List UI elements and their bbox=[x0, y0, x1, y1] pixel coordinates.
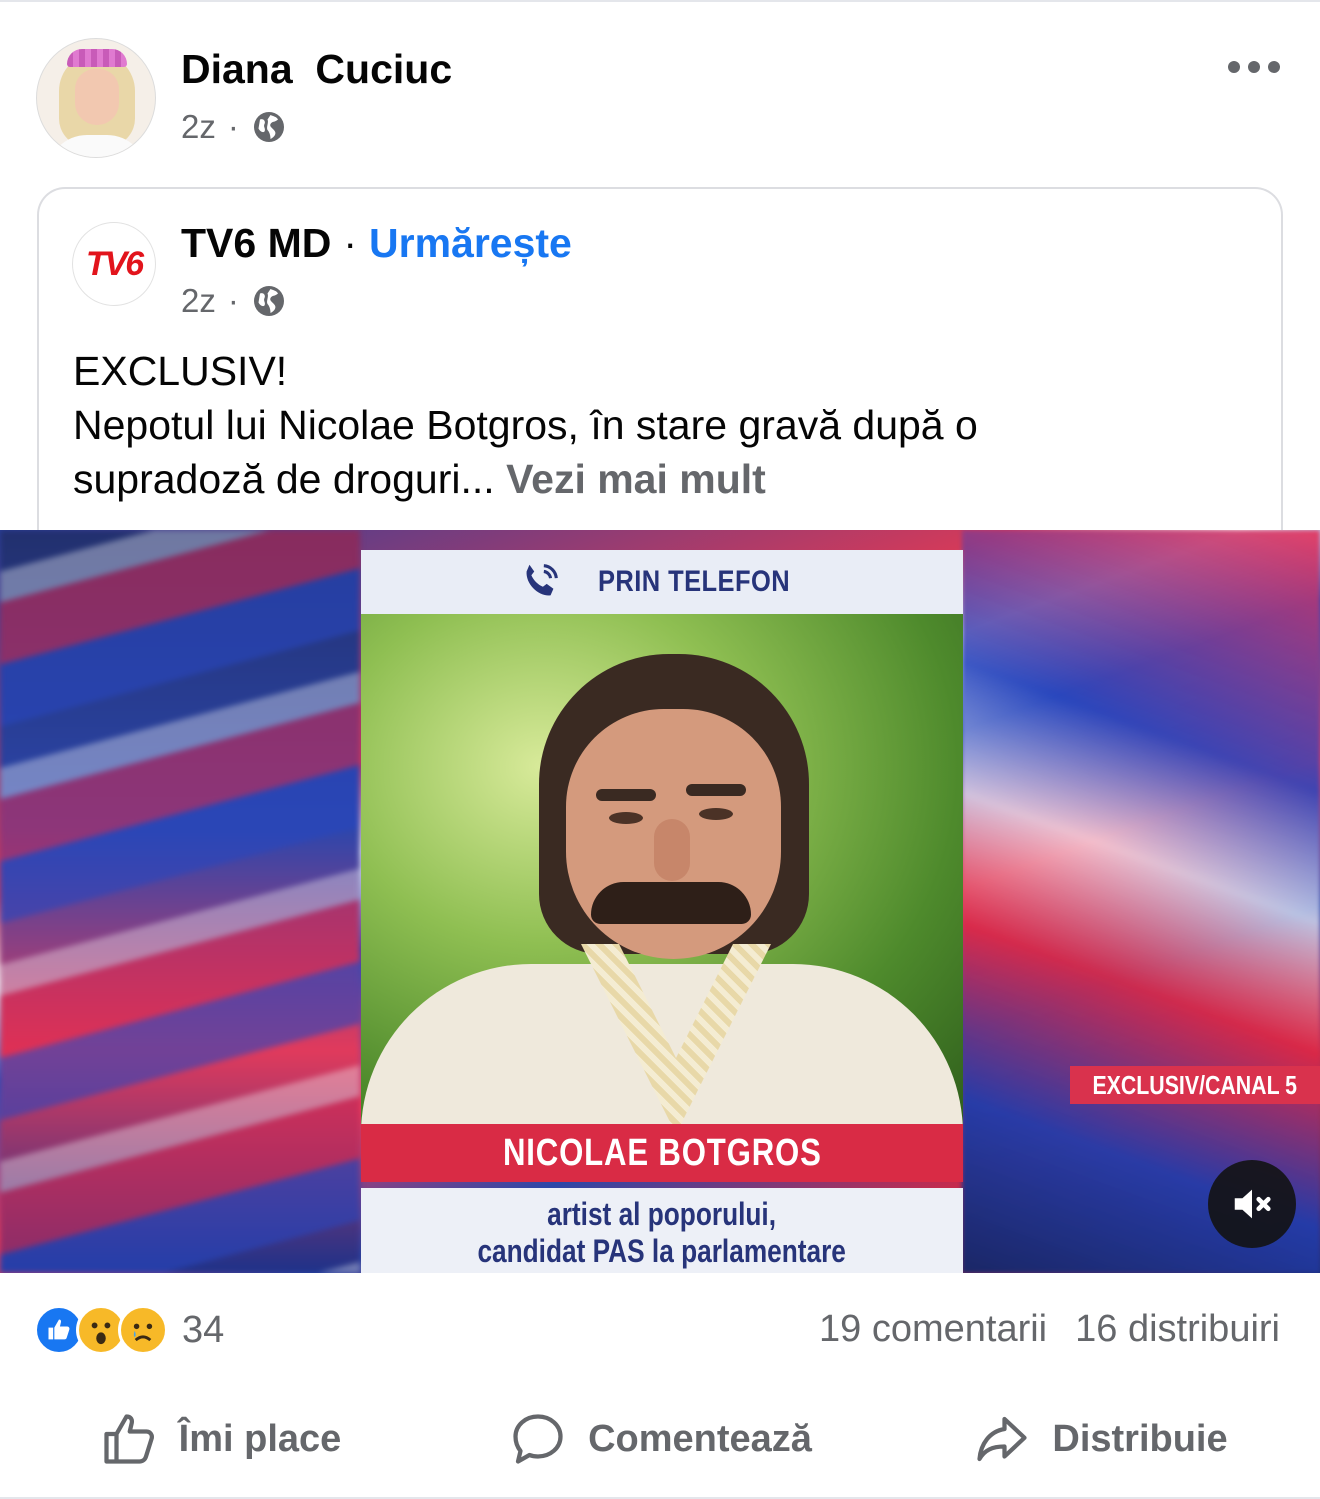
share-label: Distribuie bbox=[1052, 1417, 1228, 1460]
globe-icon bbox=[253, 286, 284, 316]
post-time[interactable]: 2z bbox=[181, 108, 216, 146]
shares-count[interactable]: 16 distribuiri bbox=[1075, 1308, 1280, 1351]
phone-bar: PRIN TELEFON bbox=[361, 550, 963, 614]
share-arrow-icon bbox=[977, 1416, 1027, 1462]
comment-label: Comentează bbox=[588, 1417, 812, 1460]
shared-header: TV6 MD · Urmărește bbox=[181, 220, 572, 267]
globe-icon bbox=[253, 112, 284, 142]
mute-button[interactable] bbox=[1208, 1160, 1296, 1248]
more-options-icon[interactable] bbox=[1228, 58, 1280, 76]
header-separator: · bbox=[343, 220, 358, 266]
comment-button[interactable]: Comentează bbox=[440, 1402, 880, 1476]
reaction-summary[interactable]: 34 bbox=[34, 1305, 224, 1355]
follow-button[interactable]: Urmărește bbox=[369, 220, 572, 267]
speaker-muted-icon bbox=[1234, 1189, 1271, 1219]
post-text-line: EXCLUSIV! bbox=[73, 348, 288, 394]
action-bar: Îmi place Comentează Distribuie bbox=[0, 1402, 1320, 1476]
thumbs-up-icon bbox=[104, 1414, 154, 1464]
post-text-line: supradoză de droguri... Vezi mai mult bbox=[73, 456, 766, 502]
name-caption: NICOLAE BOTGROS bbox=[361, 1124, 963, 1182]
comment-bubble-icon bbox=[513, 1414, 563, 1464]
meta-separator: · bbox=[227, 108, 239, 145]
description-line: candidat PAS la parlamentare bbox=[477, 1233, 847, 1269]
background-left bbox=[0, 530, 360, 1273]
news-panel: PRIN TELEFON NICOLAE BOTGROS artist al p… bbox=[361, 550, 963, 1273]
post-text-line: Nepotul lui Nicolae Botgros, în stare gr… bbox=[73, 402, 978, 448]
page-name[interactable]: TV6 MD bbox=[181, 220, 331, 267]
phone-icon bbox=[526, 564, 558, 596]
shared-meta: 2z · bbox=[181, 282, 287, 320]
shared-post-time[interactable]: 2z bbox=[181, 282, 216, 320]
author-avatar[interactable] bbox=[36, 38, 156, 158]
author-name[interactable]: Diana Cuciuc bbox=[181, 46, 452, 93]
sad-reaction-icon bbox=[118, 1305, 168, 1355]
engagement-counts: 19 comentarii 16 distribuiri bbox=[819, 1308, 1280, 1351]
like-label: Îmi place bbox=[178, 1417, 342, 1460]
see-more-link[interactable]: Vezi mai mult bbox=[506, 456, 766, 502]
description-caption: artist al poporului, candidat PAS la par… bbox=[361, 1188, 963, 1273]
share-button[interactable]: Distribuie bbox=[880, 1402, 1320, 1476]
phone-label: PRIN TELEFON bbox=[597, 565, 791, 598]
post-meta: 2z · bbox=[181, 108, 287, 146]
source-tag: EXCLUSIV/CANAL 5 bbox=[1070, 1066, 1320, 1104]
tv6-logo-text: TV6 bbox=[85, 244, 144, 283]
reaction-count: 34 bbox=[182, 1308, 225, 1351]
like-button[interactable]: Îmi place bbox=[0, 1402, 440, 1476]
top-divider bbox=[0, 0, 1320, 2]
post-text: EXCLUSIV! Nepotul lui Nicolae Botgros, î… bbox=[73, 344, 1253, 506]
comments-count[interactable]: 19 comentarii bbox=[819, 1308, 1047, 1351]
portrait-photo bbox=[361, 614, 963, 1124]
post-video[interactable]: PRIN TELEFON NICOLAE BOTGROS artist al p… bbox=[0, 530, 1320, 1273]
page-avatar[interactable]: TV6 bbox=[72, 222, 156, 306]
meta-separator: · bbox=[227, 282, 239, 319]
description-line: artist al poporului, bbox=[547, 1196, 777, 1232]
